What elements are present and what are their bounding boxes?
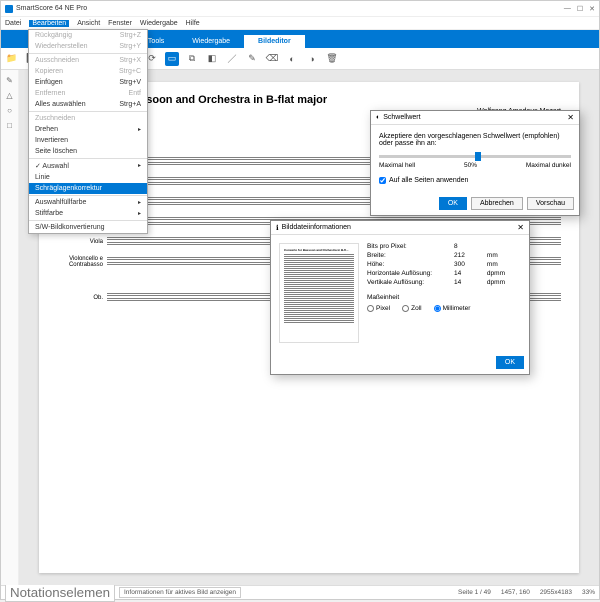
unit-inch[interactable]: Zoll xyxy=(402,305,421,312)
image-info-dialog: ℹ Bilddateiinformationen ✕ Concerto for … xyxy=(270,220,530,375)
apply-all-checkbox[interactable] xyxy=(379,177,386,184)
unit-pixel[interactable]: Pixel xyxy=(367,305,390,312)
menu-item[interactable]: Schräglagenkorrektur xyxy=(29,183,147,194)
select-tool-icon[interactable]: ▭ xyxy=(165,52,179,66)
titlebar: SmartScore 64 NE Pro — ☐ ✕ xyxy=(1,1,599,17)
menu-item: RückgängigStrg+Z xyxy=(29,30,147,41)
search-input[interactable] xyxy=(5,583,115,602)
preview-button[interactable]: Vorschau xyxy=(527,197,574,210)
threshold-icon[interactable]: ◐ xyxy=(285,52,299,66)
image-info-title: Bilddateiinformationen xyxy=(282,224,351,231)
threshold-slider[interactable] xyxy=(379,155,571,158)
menu-item[interactable]: EinfügenStrg+V xyxy=(29,77,147,88)
threshold-dialog: ◐ Schwellwert ✕ Akzeptiere den vorgeschl… xyxy=(370,110,580,216)
image-info-button[interactable]: Informationen für aktives Bild anzeigen xyxy=(119,587,241,598)
menu-item: AusschneidenStrg+X xyxy=(29,55,147,66)
app-title: SmartScore 64 NE Pro xyxy=(16,5,87,12)
menu-file[interactable]: Datei xyxy=(5,20,21,27)
cursor-pos: 1457, 160 xyxy=(501,589,530,596)
menu-item[interactable]: Stiftfarbe xyxy=(29,208,147,219)
zoom-level[interactable]: 33% xyxy=(582,589,595,596)
ok-button[interactable]: OK xyxy=(439,197,467,210)
menu-item[interactable]: Linie xyxy=(29,172,147,183)
instrument-label: Ob. xyxy=(57,295,107,301)
page-indicator: Seite 1 / 49 xyxy=(458,589,491,596)
info-grid: Bits pro Pixel:8Breite:212mmHöhe:300mmHo… xyxy=(367,243,521,286)
eraser-icon[interactable]: ⌫ xyxy=(265,52,279,66)
dialog-icon: ◐ xyxy=(376,114,380,121)
pen-icon[interactable]: ✎ xyxy=(245,52,259,66)
menu-window[interactable]: Fenster xyxy=(108,20,132,27)
delete-page-icon[interactable]: 🗑 xyxy=(325,52,339,66)
statusbar: Informationen für aktives Bild anzeigen … xyxy=(1,585,599,599)
slider-value: 50% xyxy=(464,162,477,169)
threshold-instruction: Akzeptiere den vorgeschlagenen Schwellwe… xyxy=(379,133,571,147)
invert-icon[interactable]: ◑ xyxy=(305,52,319,66)
instrument-label: Viola xyxy=(57,239,107,245)
menu-item[interactable]: ✓ Auswahl xyxy=(29,160,147,172)
left-toolbar: ✎ △ ○ □ xyxy=(1,70,19,585)
window-controls: — ☐ ✕ xyxy=(564,5,595,13)
menu-item[interactable]: Alles auswählenStrg+A xyxy=(29,99,147,110)
slider-max-label: Maximal dunkel xyxy=(526,162,571,169)
page-thumbnail: Concerto for Bassoon and Orchestra in B-… xyxy=(279,243,359,343)
tool-icon[interactable]: ✎ xyxy=(6,76,13,85)
minimize-icon[interactable]: — xyxy=(564,5,571,13)
cancel-button[interactable]: Abbrechen xyxy=(471,197,523,210)
menu-item: WiederherstellenStrg+Y xyxy=(29,41,147,52)
instrument-label: Violoncello e Contrabasso xyxy=(57,256,107,268)
dialog-icon: ℹ xyxy=(276,224,279,232)
menu-view[interactable]: Ansicht xyxy=(77,20,100,27)
menu-item[interactable]: Invertieren xyxy=(29,135,147,146)
close-icon[interactable]: ✕ xyxy=(567,113,574,122)
menu-item[interactable]: Auswahlfüllfarbe xyxy=(29,197,147,208)
ok-button[interactable]: OK xyxy=(496,356,524,369)
slider-min-label: Maximal hell xyxy=(379,162,415,169)
tool-icon[interactable]: □ xyxy=(7,121,12,130)
menu-item[interactable]: Drehen xyxy=(29,124,147,135)
tab-playback[interactable]: Wiedergabe xyxy=(178,35,244,48)
apply-all-label: Auf alle Seiten anwenden xyxy=(389,177,468,184)
menu-item: EntfernenEntf xyxy=(29,88,147,99)
menu-item[interactable]: Seite löschen xyxy=(29,146,147,157)
crop-icon[interactable]: ⧉ xyxy=(185,52,199,66)
line-icon[interactable]: ／ xyxy=(225,52,239,66)
deskew-icon[interactable]: ◧ xyxy=(205,52,219,66)
menu-help[interactable]: Hilfe xyxy=(186,20,200,27)
tool-icon[interactable]: △ xyxy=(6,91,12,100)
unit-heading: Maßeinheit xyxy=(367,294,521,301)
menu-playback[interactable]: Wiedergabe xyxy=(140,20,178,27)
tool-icon[interactable]: ○ xyxy=(7,106,12,115)
open-icon[interactable]: 📁 xyxy=(5,52,19,66)
menu-edit[interactable]: Bearbeiten xyxy=(29,20,69,27)
close-icon[interactable]: ✕ xyxy=(517,223,524,232)
menu-item[interactable]: S/W-Bildkonvertierung xyxy=(29,222,147,233)
app-icon xyxy=(5,5,13,13)
close-icon[interactable]: ✕ xyxy=(589,5,595,13)
image-dims: 2955x4183 xyxy=(540,589,572,596)
unit-mm[interactable]: Millimeter xyxy=(434,305,471,312)
threshold-dialog-title: Schwellwert xyxy=(383,114,420,121)
menu-item: Zuschneiden xyxy=(29,113,147,124)
tab-image-editor[interactable]: Bildeditor xyxy=(244,35,305,48)
edit-menu-dropdown: RückgängigStrg+ZWiederherstellenStrg+Y Au… xyxy=(28,29,148,234)
maximize-icon[interactable]: ☐ xyxy=(577,5,583,13)
menu-item: KopierenStrg+C xyxy=(29,66,147,77)
